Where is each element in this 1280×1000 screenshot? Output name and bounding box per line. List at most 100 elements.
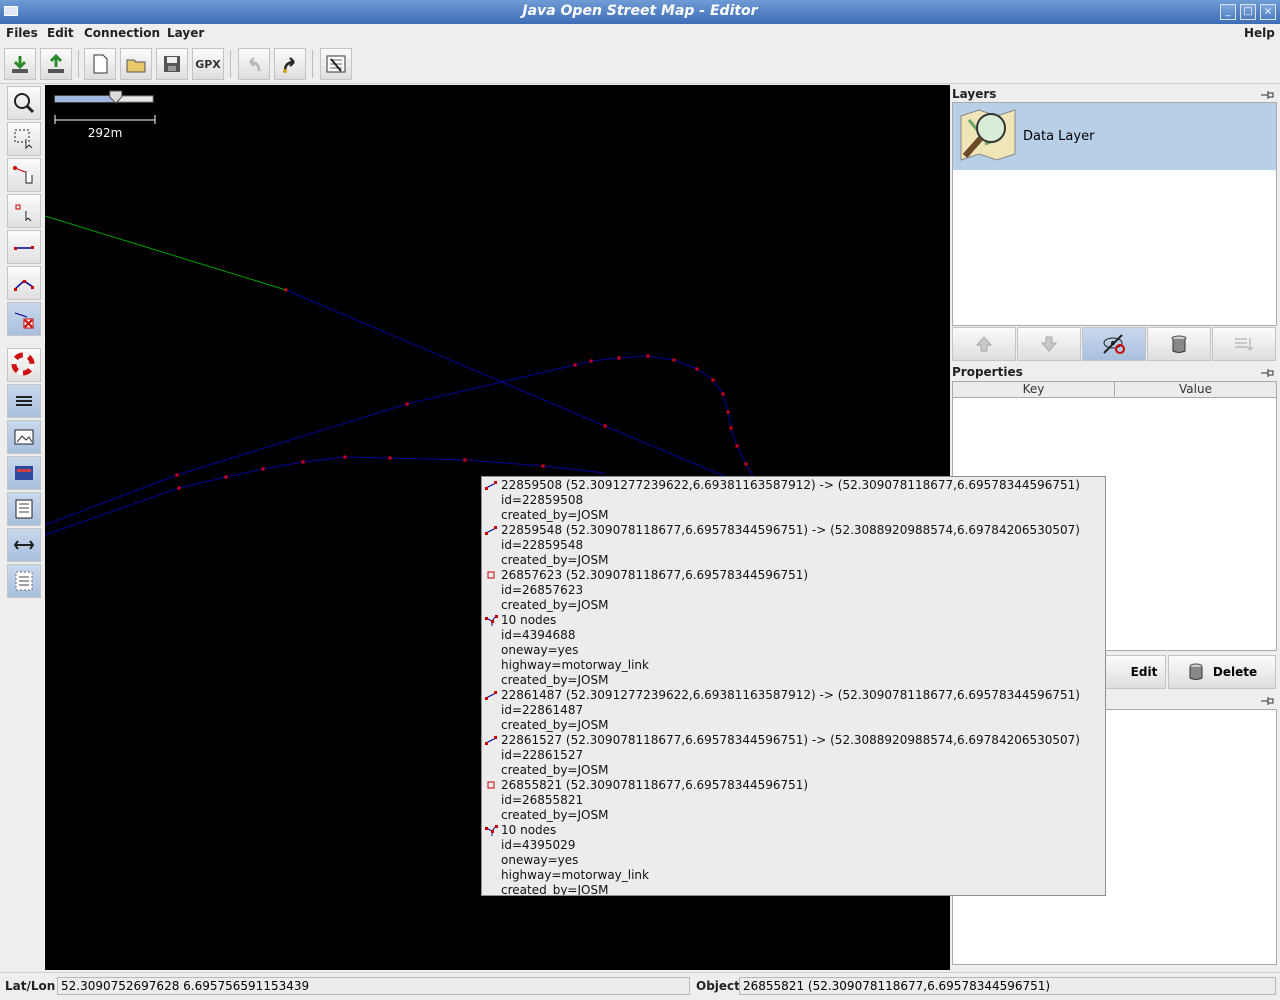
arrow-up-icon <box>975 336 993 352</box>
popup-tag-line: created_by=JOSM <box>501 808 609 822</box>
preferences-button[interactable] <box>320 48 352 80</box>
popup-tag-line: id=26855821 <box>501 793 584 807</box>
map-nodes[interactable] <box>175 288 748 490</box>
popup-object-line: 22861487 (52.3091277239622,6.69381163587… <box>501 688 1080 702</box>
layers-button-bar <box>952 327 1277 361</box>
layers-toggle-icon <box>16 396 32 406</box>
title-bar: Java Open Street Map - Editor _ □ × <box>0 0 1280 24</box>
main-toolbar: GPX <box>0 44 1280 84</box>
edit-label: Edit <box>1130 665 1158 679</box>
latlon-field: 52.3090752697628 6.695756591153439 <box>57 977 690 995</box>
selection-list-tool[interactable] <box>7 564 41 598</box>
delete-property-button[interactable]: Delete <box>1168 655 1276 689</box>
move-layer-up-button[interactable] <box>952 327 1016 361</box>
scale-bar <box>54 115 156 124</box>
column-header-value[interactable]: Value <box>1115 382 1276 398</box>
add-way-tool[interactable] <box>7 266 41 300</box>
popup-tag-line: id=22859508 <box>501 493 584 507</box>
maximize-icon[interactable]: □ <box>1240 4 1256 20</box>
redo-icon <box>283 57 295 73</box>
new-file-button[interactable] <box>84 48 116 80</box>
window-title: Java Open Street Map - Editor <box>522 3 758 19</box>
object-field: 26855821 (52.309078118677,6.695783445967… <box>739 977 1276 995</box>
popup-tag-line: oneway=yes <box>501 853 579 867</box>
pin-icon[interactable] <box>1260 368 1274 378</box>
conflict-tool[interactable] <box>7 456 41 490</box>
history-icon <box>13 540 35 550</box>
commands-icon <box>15 499 33 519</box>
pin-icon[interactable] <box>1260 90 1274 100</box>
popup-tag-line: id=22861487 <box>501 703 584 717</box>
popup-tag-line: id=4395029 <box>501 838 576 852</box>
incomplete-segment[interactable] <box>45 215 287 291</box>
close-icon[interactable]: × <box>1260 4 1276 20</box>
status-bar: Lat/Lon 52.3090752697628 6.6957565911534… <box>0 972 1280 1000</box>
move-tool[interactable] <box>7 158 41 192</box>
add-segment-tool[interactable] <box>7 230 41 264</box>
latlon-label: Lat/Lon <box>5 979 56 993</box>
visibility-icon <box>1103 334 1125 354</box>
download-button[interactable] <box>4 48 36 80</box>
delete-layer-button[interactable] <box>1147 327 1211 361</box>
minimize-icon[interactable]: _ <box>1220 4 1236 20</box>
layers-list: Data Layer <box>952 102 1277 326</box>
segment-icon <box>485 526 497 535</box>
open-button[interactable] <box>120 48 152 80</box>
way-icon <box>485 615 498 626</box>
undo-button[interactable] <box>238 48 270 80</box>
popup-object-line: 22859548 (52.309078118677,6.695783445967… <box>501 523 1080 537</box>
toolbar-separator <box>312 50 313 78</box>
select-tool[interactable] <box>7 122 41 156</box>
node-icon <box>487 571 495 579</box>
popup-tag-line: id=22859548 <box>501 538 584 552</box>
popup-tag-line: created_by=JOSM <box>501 763 609 777</box>
popup-tag-line: id=22861527 <box>501 748 584 762</box>
popup-object-line: 22859508 (52.3091277239622,6.69381163587… <box>501 478 1080 492</box>
pin-icon[interactable] <box>1260 696 1274 706</box>
menu-layer[interactable]: Layer <box>167 26 204 40</box>
save-button[interactable] <box>156 48 188 80</box>
zoom-tool[interactable] <box>7 86 41 120</box>
delete-tool[interactable] <box>7 302 41 336</box>
zoom-slider[interactable] <box>54 90 154 104</box>
menu-files[interactable]: Files <box>6 26 38 40</box>
layers-toggle-tool[interactable] <box>7 384 41 418</box>
add-segment-icon <box>14 246 34 250</box>
layer-row-data[interactable]: Data Layer <box>953 103 1276 170</box>
image-icon <box>14 429 34 445</box>
merge-layer-button[interactable] <box>1212 327 1276 361</box>
history-tool[interactable] <box>7 528 41 562</box>
redo-button[interactable] <box>274 48 306 80</box>
menu-connection[interactable]: Connection <box>84 26 160 40</box>
move-layer-down-button[interactable] <box>1017 327 1081 361</box>
popup-tag-line: created_by=JOSM <box>501 598 609 612</box>
image-tool[interactable] <box>7 420 41 454</box>
data-layer-icon <box>960 109 1016 161</box>
selection-list-icon <box>15 571 33 591</box>
menu-bar: Files Edit Connection Layer Help <box>0 24 1280 44</box>
open-folder-icon <box>126 59 146 73</box>
popup-tag-line: created_by=JOSM <box>501 553 609 567</box>
layer-name: Data Layer <box>1023 129 1095 144</box>
upload-button[interactable] <box>40 48 72 80</box>
lifesaver-icon <box>11 352 35 376</box>
lifesaver-tool[interactable] <box>7 348 41 382</box>
popup-tag-line: created_by=JOSM <box>501 673 609 687</box>
edit-property-button[interactable]: Edit <box>1102 655 1166 689</box>
toggle-visible-button[interactable] <box>1082 327 1146 361</box>
popup-tag-line: highway=motorway_link <box>501 658 649 672</box>
popup-tag-line: oneway=yes <box>501 643 579 657</box>
commands-tool[interactable] <box>7 492 41 526</box>
delete-label: Delete <box>1212 665 1258 679</box>
delete-icon <box>14 312 34 329</box>
trash-icon <box>1189 663 1203 680</box>
menu-help[interactable]: Help <box>1244 26 1275 40</box>
way-segment[interactable] <box>285 289 746 486</box>
menu-edit[interactable]: Edit <box>47 26 74 40</box>
object-info-popup: 22859508 (52.3091277239622,6.69381163587… <box>481 476 1106 896</box>
trash-icon <box>1171 335 1187 353</box>
segment-icon <box>485 691 497 700</box>
gpx-export-button[interactable]: GPX <box>192 48 224 80</box>
column-header-key[interactable]: Key <box>953 382 1115 398</box>
add-node-tool[interactable] <box>7 194 41 228</box>
